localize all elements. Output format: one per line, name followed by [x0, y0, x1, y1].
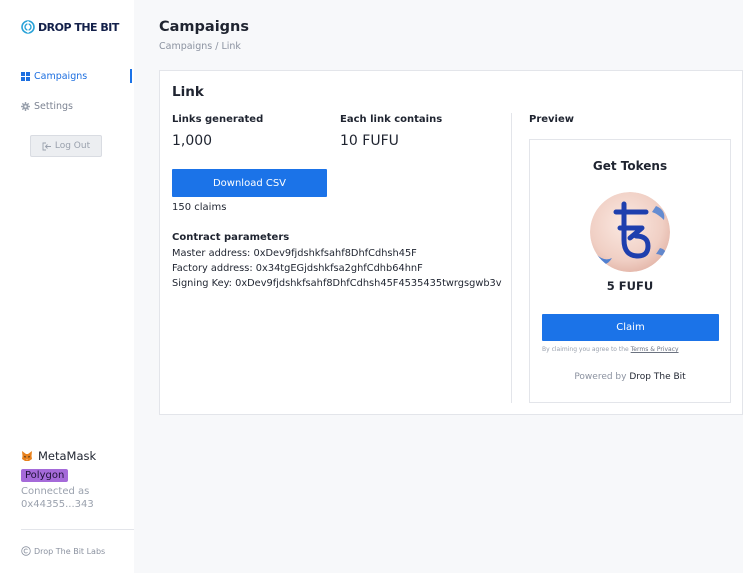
- each-link-label: Each link contains: [340, 114, 443, 125]
- signing-key: Signing Key: 0xDev9fjdshkfsahf8DhfCdhsh4…: [172, 278, 502, 289]
- wallet-name: MetaMask: [38, 449, 97, 463]
- tezos-icon: [590, 192, 670, 272]
- terms-privacy-link[interactable]: Terms & Privacy: [631, 346, 679, 353]
- powered-brand[interactable]: Drop The Bit: [629, 372, 685, 382]
- token-image: [590, 192, 670, 272]
- metamask-fox-icon: [22, 451, 32, 461]
- logout-label: Log Out: [54, 141, 91, 151]
- breadcrumb[interactable]: Campaigns / Link: [159, 41, 241, 52]
- logo-icon: [21, 20, 35, 34]
- sidebar-item-label: Settings: [34, 101, 73, 112]
- network-badge: Polygon: [21, 469, 69, 482]
- page-title: Campaigns: [159, 19, 250, 35]
- sidebar-item-campaigns[interactable]: Campaigns: [21, 71, 87, 82]
- preview-label: Preview: [529, 114, 575, 125]
- gear-icon: [21, 102, 30, 111]
- preview-card: Get Tokens 5 FUFU Claim By claiming you …: [529, 139, 731, 403]
- each-link-value: 10 FUFU: [340, 133, 399, 149]
- footer-text: Drop The Bit Labs: [34, 546, 106, 556]
- logout-icon: [42, 142, 51, 150]
- links-generated-label: Links generated: [172, 114, 264, 125]
- sidebar-item-label: Campaigns: [34, 71, 88, 82]
- link-card: Link Links generated 1,000 Each link con…: [159, 70, 743, 415]
- terms-notice: By claiming you agree to the Terms & Pri…: [542, 346, 679, 353]
- powered-by: Powered by Drop The Bit: [530, 372, 730, 382]
- claim-button[interactable]: Claim: [542, 314, 719, 341]
- powered-prefix: Powered by: [574, 372, 627, 382]
- sidebar: DROP THE BIT Campaigns Settings Log Out …: [0, 0, 134, 573]
- connected-address: Connected as 0x44355...343: [21, 486, 94, 510]
- grid-icon: [21, 72, 30, 81]
- preview-amount: 5 FUFU: [606, 279, 654, 293]
- footer-brand: Drop The Bit Labs: [21, 546, 105, 556]
- preview-title: Get Tokens: [592, 159, 668, 173]
- master-address: Master address: 0xDev9fjdshkfsahf8DhfCdh…: [172, 248, 417, 259]
- sidebar-item-settings[interactable]: Settings: [21, 101, 73, 112]
- terms-prefix: By claiming you agree to the: [542, 346, 629, 353]
- card-title: Link: [172, 84, 204, 100]
- contract-parameters-title: Contract parameters: [172, 232, 290, 243]
- claims-count: 150 claims: [172, 202, 227, 213]
- sidebar-divider: [21, 529, 134, 530]
- vertical-divider: [511, 113, 512, 403]
- links-generated-value: 1,000: [172, 133, 213, 149]
- logo-text: DROP THE BIT: [38, 20, 119, 34]
- active-indicator: [130, 69, 132, 83]
- logout-button[interactable]: Log Out: [30, 135, 102, 157]
- factory-address: Factory address: 0x34tgEGjdshkfsa2ghfCdh…: [172, 263, 423, 274]
- copyright-icon: [21, 546, 31, 556]
- wallet-info: MetaMask Polygon Connected as 0x44355...…: [21, 449, 121, 511]
- brand-logo[interactable]: DROP THE BIT: [21, 20, 119, 34]
- download-csv-button[interactable]: Download CSV: [172, 169, 327, 197]
